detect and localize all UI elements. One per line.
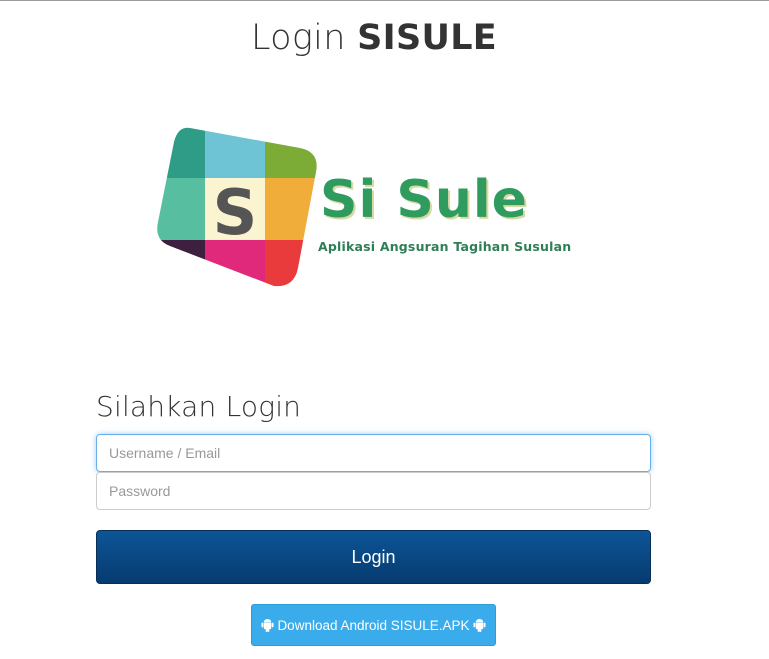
login-heading: Silahkan Login [96,390,302,423]
page-title-bold: SISULE [357,18,498,58]
page-title: Login SISULE [0,18,748,58]
download-apk-button[interactable]: Download Android SISULE.APK [251,604,496,646]
page-title-light: Login [250,18,346,58]
download-label: Download Android SISULE.APK [277,617,470,633]
android-icon [261,618,274,632]
username-input[interactable] [96,434,651,472]
app-logo: S Si Sule Aplikasi Angsuran Tagihan Susu… [150,118,571,298]
password-input[interactable] [96,472,651,510]
logo-name: Si Sule [320,170,528,230]
logo-tagline: Aplikasi Angsuran Tagihan Susulan [318,239,572,254]
logo-letter: S [213,176,258,249]
login-button[interactable]: Login [96,530,651,584]
top-divider [0,0,769,1]
android-icon [473,618,486,632]
logo-tile-icon: S [157,127,317,287]
